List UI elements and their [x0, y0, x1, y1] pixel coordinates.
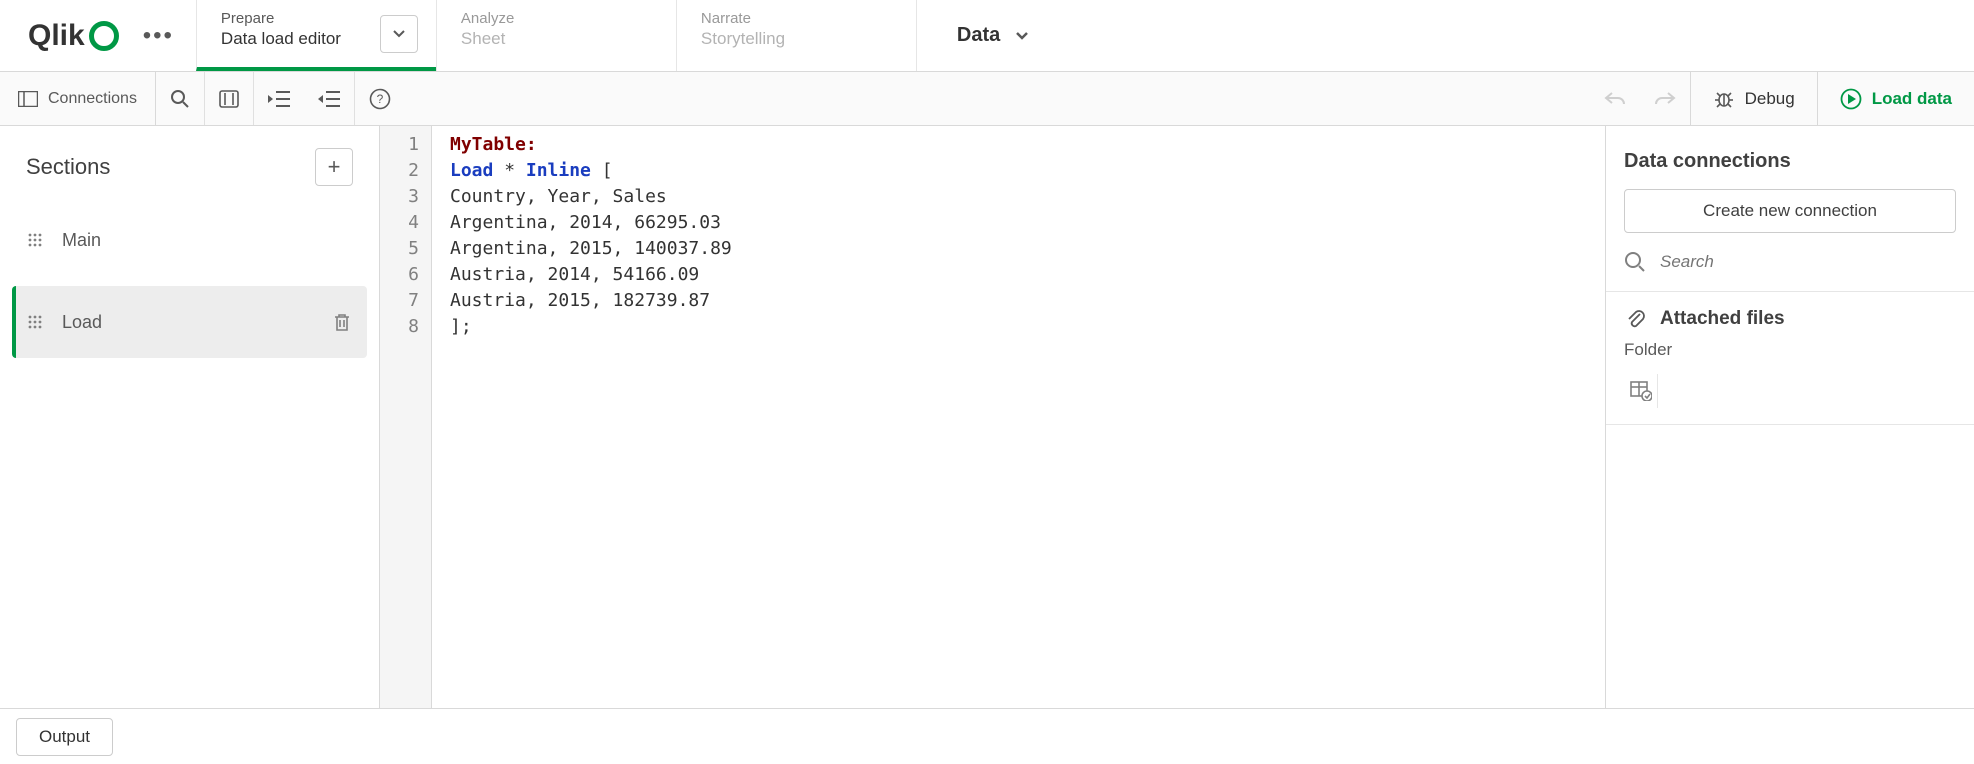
attached-files-section: Attached files Folder	[1606, 292, 1974, 425]
line-number: 5	[380, 236, 419, 262]
load-data-label: Load data	[1872, 89, 1952, 109]
trash-icon	[333, 312, 351, 332]
nav-step-label: Analyze	[461, 10, 652, 27]
indent-icon	[268, 90, 290, 108]
sections-panel: Sections + Main Load	[0, 126, 380, 708]
output-toggle-button[interactable]: Output	[16, 718, 113, 756]
logo-text: Qlik	[28, 19, 85, 53]
line-gutter: 1 2 3 4 5 6 7 8	[380, 126, 432, 708]
comment-toggle-button[interactable]	[205, 72, 254, 125]
code-line: Country, Year, Sales	[450, 184, 732, 210]
code-line: ];	[450, 314, 732, 340]
output-label: Output	[39, 727, 90, 746]
section-item-label: Load	[62, 312, 102, 333]
search-icon	[1624, 251, 1646, 273]
redo-icon	[1654, 90, 1676, 108]
code-line: Austria, 2015, 182739.87	[450, 288, 732, 314]
logo-area: Qlik •••	[0, 0, 196, 71]
undo-icon	[1604, 90, 1626, 108]
create-connection-button[interactable]: Create new connection	[1624, 189, 1956, 233]
sections-title: Sections	[26, 154, 110, 180]
line-number: 6	[380, 262, 419, 288]
more-menu-icon[interactable]: •••	[143, 22, 174, 50]
redo-button[interactable]	[1640, 72, 1690, 125]
line-number: 3	[380, 184, 419, 210]
create-connection-label: Create new connection	[1703, 201, 1877, 221]
panel-icon	[18, 91, 38, 107]
line-number: 1	[380, 132, 419, 158]
outdent-button[interactable]	[304, 72, 355, 125]
code-editor[interactable]: 1 2 3 4 5 6 7 8 MyTable: Load * Inline […	[380, 126, 1606, 708]
nav-subtitle: Storytelling	[701, 29, 892, 49]
bottom-bar: Output	[0, 708, 1974, 764]
code-line: MyTable:	[450, 132, 732, 158]
code-line: Austria, 2014, 54166.09	[450, 262, 732, 288]
connection-search[interactable]	[1606, 233, 1974, 292]
load-data-button[interactable]: Load data	[1817, 72, 1974, 125]
code-body[interactable]: MyTable: Load * Inline [ Country, Year, …	[432, 126, 732, 708]
search-button[interactable]	[156, 72, 205, 125]
help-icon: ?	[369, 88, 391, 110]
code-line: Argentina, 2014, 66295.03	[450, 210, 732, 236]
toolbar-right: Debug Load data	[1590, 72, 1974, 125]
top-header: Qlik ••• Prepare Data load editor Analyz…	[0, 0, 1974, 72]
search-icon	[170, 89, 190, 109]
sections-header: Sections +	[12, 144, 367, 204]
data-dropdown-label: Data	[957, 24, 1000, 47]
data-dropdown[interactable]: Data	[916, 0, 1070, 71]
drag-handle-icon[interactable]	[28, 233, 42, 247]
chevron-down-icon	[391, 26, 407, 42]
bug-icon	[1713, 89, 1735, 109]
toolbar-left: Connections ?	[0, 72, 405, 125]
select-data-button[interactable]	[1624, 374, 1658, 408]
section-item-label: Main	[62, 230, 101, 251]
outdent-icon	[318, 90, 340, 108]
code-line: Argentina, 2015, 140037.89	[450, 236, 732, 262]
attached-files-label: Attached files	[1660, 308, 1785, 330]
qlik-logo[interactable]: Qlik	[28, 19, 119, 53]
line-number: 4	[380, 210, 419, 236]
svg-text:?: ?	[377, 92, 384, 106]
logo-circle-icon	[89, 21, 119, 51]
connections-label: Connections	[48, 90, 137, 108]
play-circle-icon	[1840, 88, 1862, 110]
attached-files-header: Attached files	[1624, 308, 1956, 330]
folder-label: Folder	[1624, 340, 1956, 360]
paperclip-icon	[1624, 308, 1646, 330]
connections-toggle[interactable]: Connections	[0, 72, 156, 125]
debug-label: Debug	[1745, 89, 1795, 109]
add-section-button[interactable]: +	[315, 148, 353, 186]
data-connections-panel: Data connections Create new connection A…	[1606, 126, 1974, 708]
debug-button[interactable]: Debug	[1690, 72, 1817, 125]
undo-button[interactable]	[1590, 72, 1640, 125]
folder-actions	[1624, 374, 1956, 424]
toolbar: Connections ? Debug Load da	[0, 72, 1974, 126]
main-area: Sections + Main Load 1 2 3 4 5 6	[0, 126, 1974, 708]
delete-section-button[interactable]	[333, 312, 351, 332]
code-line: Load * Inline [	[450, 158, 732, 184]
line-number: 2	[380, 158, 419, 184]
nav-subtitle: Sheet	[461, 29, 652, 49]
line-number: 7	[380, 288, 419, 314]
section-item-main[interactable]: Main	[12, 204, 367, 276]
comment-icon	[219, 90, 239, 108]
help-button[interactable]: ?	[355, 72, 405, 125]
indent-button[interactable]	[254, 72, 304, 125]
table-select-icon	[1630, 381, 1652, 401]
line-number: 8	[380, 314, 419, 340]
drag-handle-icon[interactable]	[28, 315, 42, 329]
section-item-load[interactable]: Load	[12, 286, 367, 358]
nav-dropdown-button[interactable]	[380, 15, 418, 53]
search-input[interactable]	[1660, 252, 1956, 272]
data-connections-title: Data connections	[1606, 126, 1974, 189]
nav-tab-narrate[interactable]: Narrate Storytelling	[676, 0, 916, 71]
nav-tab-analyze[interactable]: Analyze Sheet	[436, 0, 676, 71]
chevron-down-icon	[1014, 28, 1030, 44]
nav-step-label: Narrate	[701, 10, 892, 27]
nav-tab-prepare[interactable]: Prepare Data load editor	[196, 0, 436, 71]
